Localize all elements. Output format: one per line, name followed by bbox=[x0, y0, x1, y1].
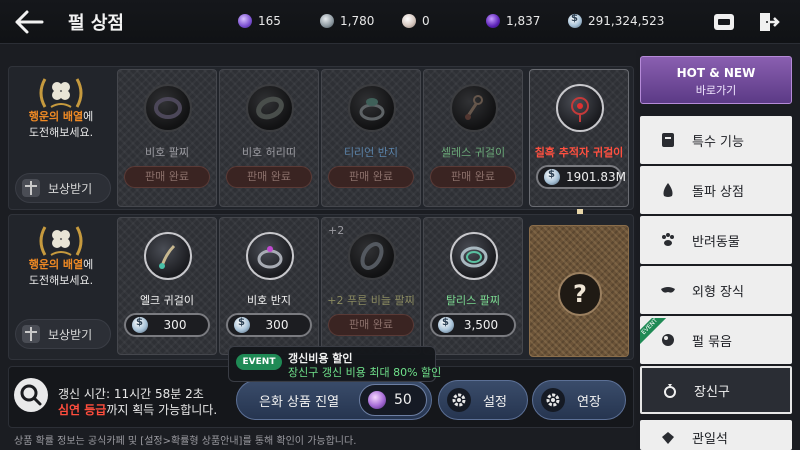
claim-reward-button[interactable]: 보상받기 bbox=[15, 173, 111, 203]
item-card-ring[interactable]: 티리언 반지 판매 완료 bbox=[321, 69, 421, 207]
display-silver-items-button[interactable]: 은화 상품 진열 50 bbox=[236, 380, 432, 420]
exit-icon[interactable] bbox=[756, 10, 780, 34]
sidebar-item-accessories[interactable]: 장신구 bbox=[640, 366, 792, 414]
bracelet-icon bbox=[144, 84, 192, 132]
item-card-bracelet[interactable]: 비호 팔찌 판매 완료 bbox=[117, 69, 217, 207]
bracelet-icon bbox=[348, 232, 396, 280]
item-card-biho-ring[interactable]: 비호 반지 300 bbox=[219, 217, 319, 355]
ring-icon bbox=[348, 84, 396, 132]
fortune-description: 행운의 배열에 도전해보세요. bbox=[28, 110, 94, 139]
earring-icon bbox=[556, 84, 604, 132]
sold-out-label: 판매 완료 bbox=[328, 314, 414, 336]
silver-icon bbox=[568, 13, 582, 28]
currency-violet-orb: 1,837 bbox=[486, 12, 540, 30]
item-name: 엘크 귀걸이 bbox=[139, 294, 195, 307]
item-name: +2 푸른 비늘 팔찌 bbox=[327, 294, 415, 307]
enhance-level: +2 bbox=[328, 224, 345, 237]
item-card-black-tracker-earring[interactable]: 칠흑 추적자 귀걸이 1901.83M bbox=[529, 69, 629, 207]
probability-notice: 상품 확률 정보는 공식카페 및 [설정>확률형 상품안내]를 통해 확인이 가… bbox=[14, 436, 357, 447]
mailbox-icon[interactable] bbox=[712, 10, 736, 34]
currency-pearl: 0 bbox=[402, 12, 430, 30]
violet-orb-icon bbox=[486, 14, 500, 28]
currency-silver: 291,324,523 bbox=[568, 12, 664, 30]
event-ribbon: EVENT bbox=[640, 318, 666, 344]
sold-out-label: 판매 완료 bbox=[124, 166, 210, 188]
sold-out-label: 판매 완료 bbox=[226, 166, 312, 188]
sidebar-item-gemstone[interactable]: 관일석 bbox=[640, 420, 792, 450]
item-row-2: 행운의 배열에 도전해보세요. 보상받기 엘크 귀걸이 300 비호 반지 30… bbox=[8, 214, 634, 360]
gift-icon bbox=[22, 179, 40, 197]
sold-out-label: 판매 완료 bbox=[430, 166, 516, 188]
item-card-talis-bracelet[interactable]: 탈리스 팔찌 3,500 bbox=[423, 217, 523, 355]
item-card-belt[interactable]: 비호 허리띠 판매 완료 bbox=[219, 69, 319, 207]
fortune-panel: 행운의 배열에 도전해보세요. 보상받기 bbox=[9, 67, 113, 209]
pearl-icon bbox=[402, 14, 416, 28]
question-mark-icon: ? bbox=[558, 272, 602, 316]
extend-button[interactable]: 연장 bbox=[532, 380, 626, 420]
top-bar: 펄 상점 165 1,780 0 1,837 291,324,523 bbox=[0, 0, 800, 44]
item-name: 비호 팔찌 bbox=[145, 146, 189, 159]
scroll-icon bbox=[658, 130, 678, 150]
silver-icon bbox=[438, 317, 454, 333]
currency-silver-coin: 1,780 bbox=[320, 12, 374, 30]
gift-icon bbox=[22, 325, 40, 343]
laurel-clover-icon bbox=[35, 221, 87, 261]
fortune-description: 행운의 배열에 도전해보세요. bbox=[28, 258, 94, 287]
event-badge: EVENT bbox=[236, 354, 282, 370]
search-icon[interactable] bbox=[14, 378, 48, 412]
hot-new-button[interactable]: HOT & NEW 바로가기 bbox=[640, 56, 792, 104]
bracelet-icon bbox=[450, 232, 498, 280]
fortune-panel: 행운의 배열에 도전해보세요. 보상받기 bbox=[9, 215, 113, 359]
item-row-1: 행운의 배열에 도전해보세요. 보상받기 비호 팔찌 판매 완료 비호 허리띠 … bbox=[8, 66, 634, 210]
laurel-clover-icon bbox=[35, 73, 87, 113]
item-card-blue-scale-bracelet[interactable]: +2 +2 푸른 비늘 팔찌 판매 완료 bbox=[321, 217, 421, 355]
item-card-earring[interactable]: 셀레스 귀걸이 판매 완료 bbox=[423, 69, 523, 207]
currency-purple-gem: 165 bbox=[238, 12, 281, 30]
purple-gem-icon bbox=[238, 14, 252, 28]
back-arrow-icon[interactable] bbox=[14, 8, 44, 36]
price-button[interactable]: 300 bbox=[124, 313, 210, 337]
earring-icon bbox=[144, 232, 192, 280]
item-name: 비호 반지 bbox=[247, 294, 291, 307]
refresh-info: 갱신 시간: 11시간 58분 2초 심연 등급까지 획득 가능합니다. bbox=[58, 387, 218, 417]
claim-reward-button[interactable]: 보상받기 bbox=[15, 319, 111, 349]
item-name: 셀레스 귀걸이 bbox=[440, 146, 506, 159]
settings-button[interactable]: 설정 bbox=[438, 380, 528, 420]
pearl-icon bbox=[368, 391, 386, 409]
item-name: 티리언 반지 bbox=[343, 146, 399, 159]
price-button[interactable]: 3,500 bbox=[430, 313, 516, 337]
mask-icon bbox=[658, 280, 678, 300]
sold-out-label: 판매 완료 bbox=[328, 166, 414, 188]
stone-icon bbox=[658, 180, 678, 200]
item-name: 칠흑 추적자 귀걸이 bbox=[534, 146, 624, 159]
item-card-elk-earring[interactable]: 엘크 귀걸이 300 bbox=[117, 217, 217, 355]
item-name: 비호 허리띠 bbox=[241, 146, 297, 159]
belt-icon bbox=[246, 84, 294, 132]
item-name: 탈리스 팔찌 bbox=[445, 294, 501, 307]
silver-icon bbox=[544, 169, 560, 185]
silver-icon bbox=[234, 317, 250, 333]
sidebar-item-pets[interactable]: 반려동물 bbox=[640, 216, 792, 264]
sidebar-item-special[interactable]: 특수 기능 bbox=[640, 116, 792, 164]
ring-icon bbox=[246, 232, 294, 280]
earring-icon bbox=[450, 84, 498, 132]
sidebar-item-breakthrough[interactable]: 돌파 상점 bbox=[640, 166, 792, 214]
gem-icon bbox=[658, 428, 678, 448]
mystery-item-card[interactable]: ? bbox=[529, 225, 629, 357]
silver-coin-icon bbox=[320, 14, 334, 28]
event-subtitle: 장신구 갱신 비용 최대 80% 할인 bbox=[288, 366, 442, 379]
price-button[interactable]: 1901.83M bbox=[536, 165, 626, 189]
ring-icon bbox=[660, 380, 680, 400]
gear-icon bbox=[447, 388, 471, 412]
refresh-cost: 50 bbox=[359, 384, 427, 416]
sidebar-item-cosmetics[interactable]: 외형 장식 bbox=[640, 266, 792, 314]
page-title: 펄 상점 bbox=[68, 13, 124, 34]
silver-icon bbox=[132, 317, 148, 333]
price-button[interactable]: 300 bbox=[226, 313, 312, 337]
gear-icon bbox=[541, 388, 565, 412]
paw-icon bbox=[658, 230, 678, 250]
